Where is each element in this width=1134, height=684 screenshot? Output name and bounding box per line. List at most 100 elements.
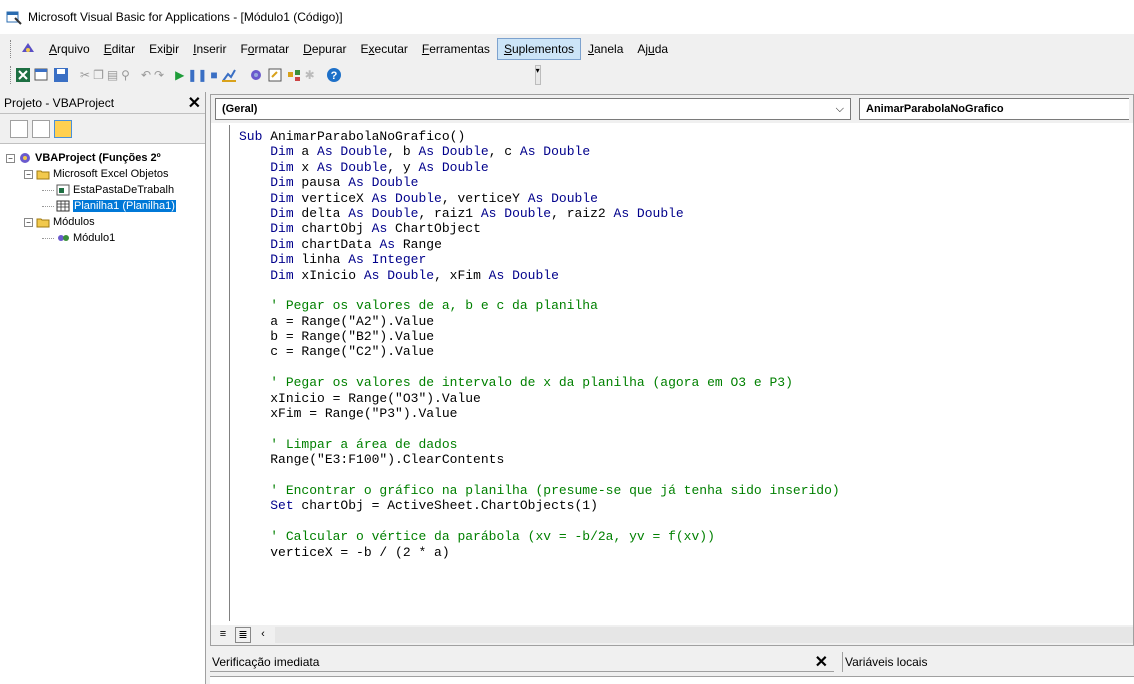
procedure-dropdown[interactable]: AnimarParabolaNoGrafico — [859, 98, 1129, 120]
collapse-icon[interactable]: − — [24, 217, 33, 227]
code-line[interactable]: Dim verticeX As Double, verticeY As Doub… — [239, 191, 840, 206]
menu-item[interactable]: Ajuda — [630, 38, 675, 60]
menu-item[interactable]: Formatar — [233, 38, 296, 60]
menu-item[interactable]: Suplementos — [496, 38, 581, 60]
break-icon[interactable]: ❚❚ — [187, 65, 207, 85]
code-line[interactable]: c = Range("C2").Value — [239, 344, 840, 359]
code-line[interactable]: Dim delta As Double, raiz1 As Double, ra… — [239, 206, 840, 221]
code-line[interactable] — [239, 468, 840, 483]
code-line[interactable]: xFim = Range("P3").Value — [239, 406, 840, 421]
run-icon[interactable]: ▶ — [175, 65, 184, 85]
procedure-view-icon[interactable]: ≡ — [215, 627, 231, 643]
tree-item[interactable]: − VBAProject (Funções 2º — [0, 150, 205, 166]
collapse-icon[interactable]: − — [24, 169, 33, 179]
menu-item[interactable]: Editar — [97, 38, 142, 60]
design-mode-icon[interactable] — [221, 65, 237, 85]
project-explorer-header: Projeto - VBAProject ✕ — [0, 92, 205, 114]
code-token: , verticeY — [441, 190, 528, 206]
menu-item[interactable]: Inserir — [186, 38, 233, 60]
toolbar-grip[interactable] — [10, 66, 11, 84]
locals-window-title: Variáveis locais — [845, 655, 928, 669]
copy-icon[interactable]: ❐ — [93, 65, 104, 85]
code-token: c = Range("C2").Value — [270, 344, 435, 360]
menu-grip[interactable] — [10, 40, 14, 58]
code-line[interactable] — [239, 283, 840, 298]
tree-item[interactable]: − Microsoft Excel Objetos — [0, 166, 205, 182]
properties-icon[interactable] — [267, 65, 283, 85]
menu-item[interactable]: Ferramentas — [415, 38, 497, 60]
full-module-view-icon[interactable]: ≣ — [235, 627, 251, 643]
paste-icon[interactable]: ▤ — [107, 65, 118, 85]
code-keyword: As Double — [480, 205, 552, 221]
code-line[interactable]: Dim linha As Integer — [239, 252, 840, 267]
view-code-icon[interactable] — [10, 119, 28, 138]
code-line[interactable]: xInicio = Range("O3").Value — [239, 391, 840, 406]
code-line[interactable]: Dim chartObj As ChartObject — [239, 221, 840, 236]
code-keyword: As Double — [519, 144, 591, 160]
scroll-left-icon[interactable]: ‹ — [255, 627, 271, 643]
tree-item[interactable]: Módulo1 — [0, 230, 205, 246]
horizontal-scrollbar[interactable] — [275, 627, 1133, 643]
collapse-icon[interactable]: − — [6, 153, 15, 163]
reset-icon[interactable]: ■ — [210, 65, 217, 85]
menu-item[interactable]: Arquivo — [42, 38, 97, 60]
code-line[interactable]: Set chartObj = ActiveSheet.ChartObjects(… — [239, 498, 840, 513]
menu-item[interactable]: Depurar — [296, 38, 353, 60]
tree-item[interactable]: EstaPastaDeTrabalh — [0, 182, 205, 198]
immediate-window-body[interactable] — [210, 676, 1134, 684]
code-line[interactable]: Dim xInicio As Double, xFim As Double — [239, 268, 840, 283]
code-keyword: Dim — [270, 175, 294, 191]
code-line[interactable]: ' Limpar a área de dados — [239, 437, 840, 452]
code-line[interactable]: Sub AnimarParabolaNoGrafico() — [239, 129, 840, 144]
code-line[interactable]: Range("E3:F100").ClearContents — [239, 452, 840, 467]
code-line[interactable]: Dim a As Double, b As Double, c As Doubl… — [239, 144, 840, 159]
code-line[interactable]: ' Calcular o vértice da parábola (xv = -… — [239, 529, 840, 544]
code-line[interactable] — [239, 421, 840, 436]
code-keyword: Dim — [270, 159, 294, 175]
insert-userform-icon[interactable] — [34, 65, 50, 85]
save-icon[interactable] — [53, 65, 69, 85]
toggle-folders-icon[interactable] — [54, 119, 72, 138]
code-line[interactable]: ' Encontrar o gráfico na planilha (presu… — [239, 483, 840, 498]
vba-menu-icon[interactable] — [20, 40, 36, 59]
code-line[interactable]: ' Pegar os valores de a, b e c da planil… — [239, 298, 840, 313]
code-text[interactable]: Sub AnimarParabolaNoGrafico() Dim a As D… — [239, 129, 840, 560]
help-icon[interactable]: ? — [326, 65, 342, 85]
code-line[interactable]: ' Pegar os valores de intervalo de x da … — [239, 375, 840, 390]
object-dropdown[interactable]: (Geral) ⌵ — [215, 98, 851, 120]
excel-icon[interactable] — [15, 65, 31, 85]
find-icon[interactable]: ⚲ — [121, 65, 130, 85]
breakpoint-margin[interactable] — [229, 125, 230, 621]
menu-item-label: ir — [172, 42, 180, 56]
code-token: chartObj — [293, 221, 372, 237]
code-line[interactable]: Dim pausa As Double — [239, 175, 840, 190]
object-browser-icon[interactable] — [286, 65, 302, 85]
code-line[interactable]: verticeX = -b / (2 * a) — [239, 545, 840, 560]
view-object-icon[interactable] — [32, 119, 50, 138]
code-line[interactable]: Dim chartData As Range — [239, 237, 840, 252]
svg-text:?: ? — [330, 70, 337, 82]
toolbar-options-chevron-icon[interactable]: ▾ — [534, 65, 541, 85]
menu-item[interactable]: Executar — [354, 38, 415, 60]
close-icon[interactable]: ✕ — [815, 652, 828, 672]
code-line[interactable] — [239, 514, 840, 529]
menu-item[interactable]: Exibir — [142, 38, 186, 60]
code-line[interactable]: a = Range("A2").Value — [239, 314, 840, 329]
undo-icon[interactable]: ↶ — [141, 65, 151, 85]
menu-item[interactable]: Janela — [581, 38, 630, 60]
code-line[interactable]: b = Range("B2").Value — [239, 329, 840, 344]
tree-item[interactable]: − Módulos — [0, 214, 205, 230]
close-icon[interactable]: ✕ — [188, 93, 201, 113]
code-line[interactable]: Dim x As Double, y As Double — [239, 160, 840, 175]
tree-item[interactable]: Planilha1 (Planilha1) — [0, 198, 205, 214]
cut-icon[interactable]: ✂ — [80, 65, 90, 85]
code-line[interactable] — [239, 360, 840, 375]
code-editor[interactable]: Sub AnimarParabolaNoGrafico() Dim a As D… — [211, 125, 1133, 621]
toolbox-icon[interactable]: ✱ — [305, 65, 315, 85]
project-explorer-icon[interactable] — [248, 65, 264, 85]
redo-icon[interactable]: ↷ — [154, 65, 164, 85]
